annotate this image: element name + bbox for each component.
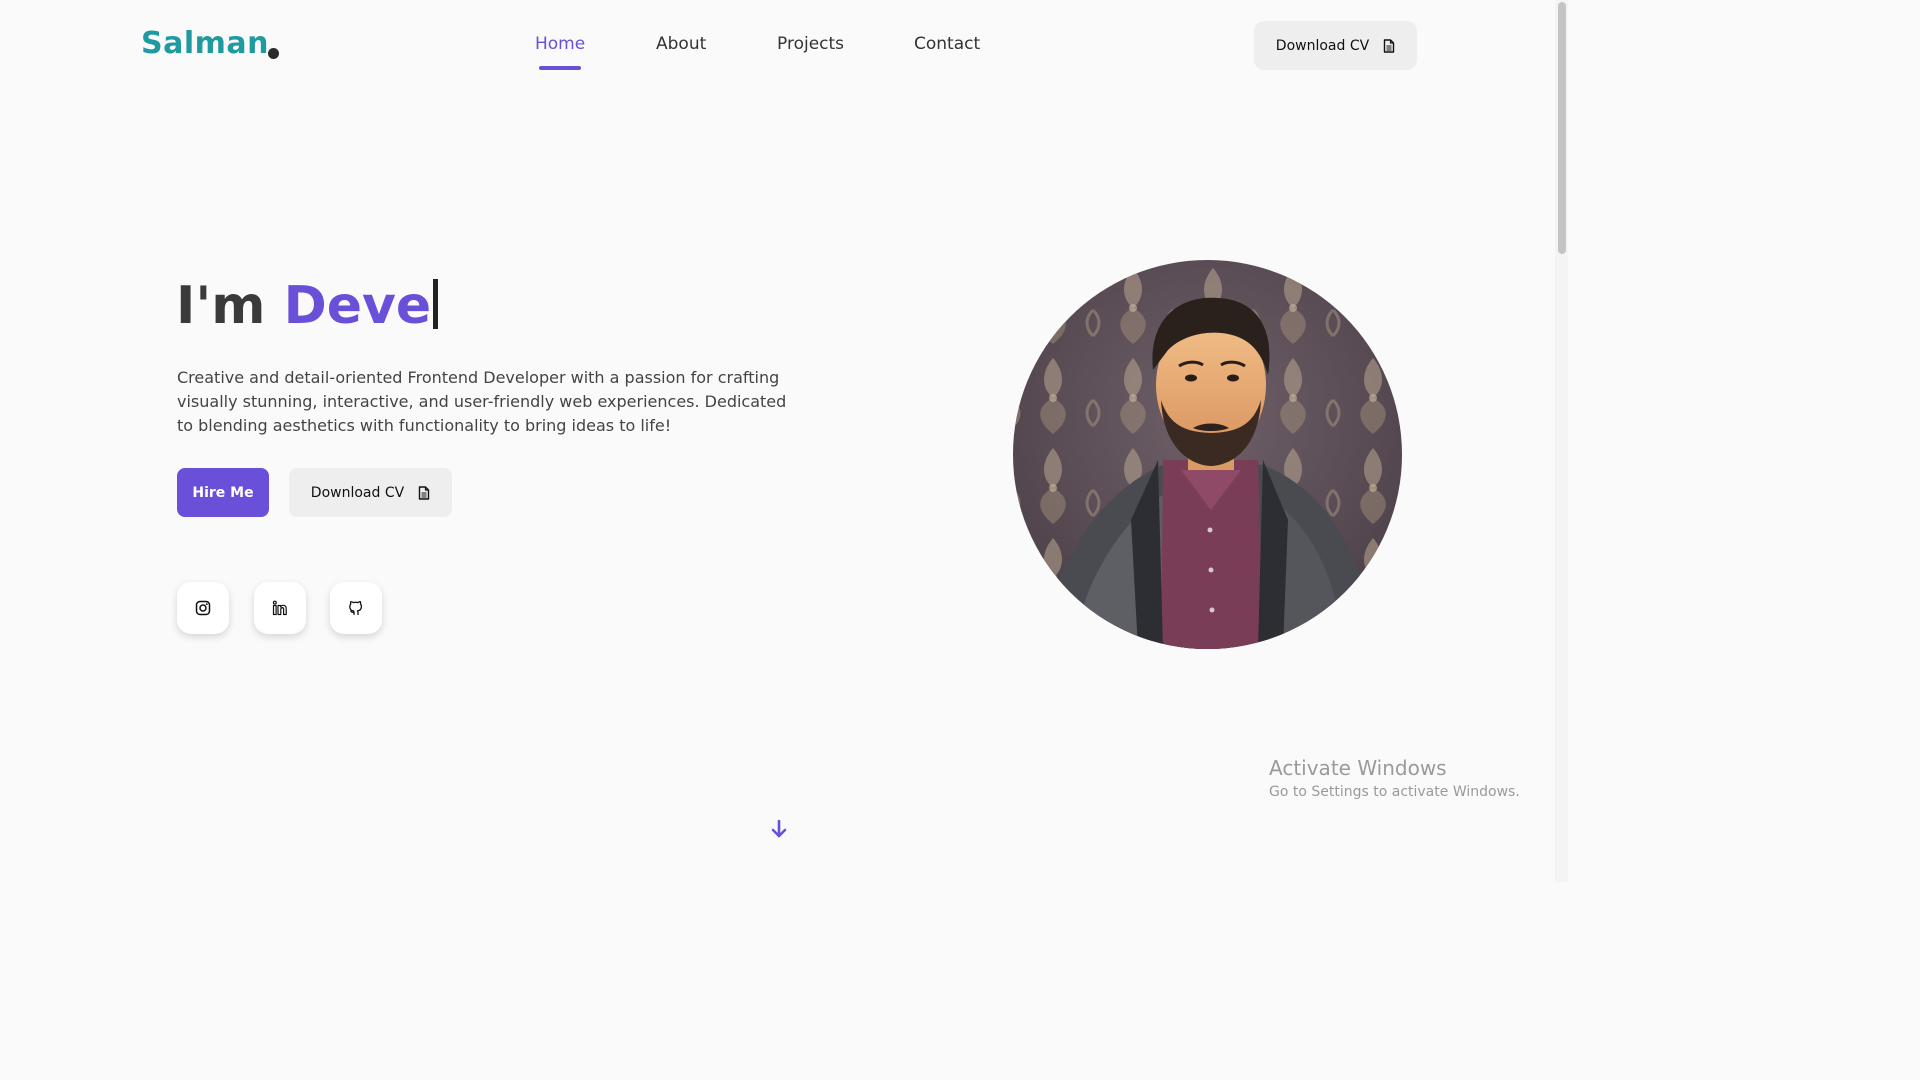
nav-active-indicator: [539, 66, 581, 70]
header-download-cv-button[interactable]: Download CV: [1254, 21, 1417, 70]
nav-projects[interactable]: Projects: [777, 34, 844, 54]
hero-download-cv-button[interactable]: Download CV: [289, 468, 452, 517]
github-icon: [349, 601, 363, 616]
instagram-icon: [195, 600, 211, 616]
activate-windows-title: Activate Windows: [1269, 756, 1447, 780]
linkedin-icon: [272, 600, 287, 616]
hero-title-prefix: I'm: [176, 276, 284, 336]
portfolio-page: Salman Home About Projects Contact Downl…: [0, 0, 1568, 882]
logo-dot: [268, 48, 279, 59]
github-button[interactable]: [330, 582, 382, 634]
hero-description: Creative and detail-oriented Frontend De…: [177, 368, 787, 435]
hero-title: I'm Deve: [176, 276, 439, 336]
logo[interactable]: Salman: [141, 26, 269, 61]
download-cv-label: Download CV: [1275, 37, 1370, 54]
nav-home[interactable]: Home: [535, 34, 585, 54]
instagram-button[interactable]: [177, 582, 229, 634]
nav-about[interactable]: About: [656, 34, 706, 54]
scrollbar-thumb[interactable]: [1558, 2, 1566, 254]
hire-me-button[interactable]: Hire Me: [177, 468, 269, 517]
arrow-down-icon[interactable]: [769, 818, 789, 840]
document-icon: [1384, 38, 1395, 53]
profile-photo: [1013, 260, 1402, 649]
hero-typed-text: Deve: [283, 276, 432, 336]
nav-contact[interactable]: Contact: [914, 34, 980, 54]
typing-caret: [433, 279, 439, 329]
document-icon: [419, 485, 430, 500]
download-cv-label: Download CV: [310, 484, 405, 501]
activate-windows-subtitle: Go to Settings to activate Windows.: [1269, 784, 1520, 800]
linkedin-button[interactable]: [254, 582, 306, 634]
